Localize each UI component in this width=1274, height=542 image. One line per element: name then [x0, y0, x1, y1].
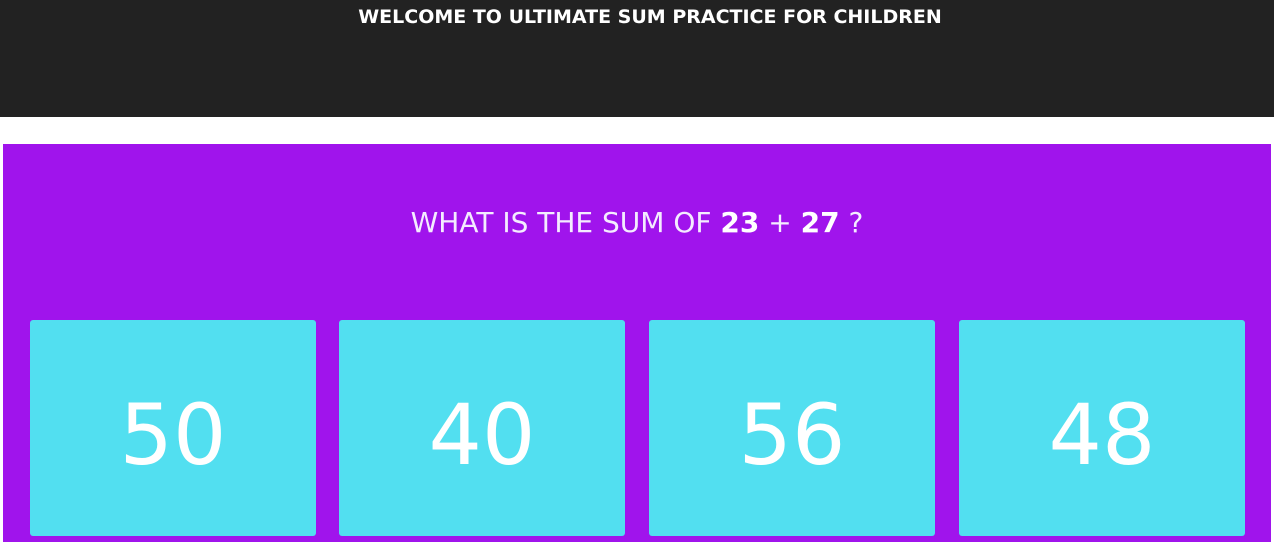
operand-a: 23 [720, 206, 760, 239]
question-suffix: ? [848, 206, 864, 239]
answer-option-2[interactable]: 40 [339, 320, 625, 536]
answer-option-label: 50 [119, 386, 227, 484]
question-prefix: WHAT IS THE SUM OF [410, 206, 712, 239]
answer-option-label: 56 [738, 386, 846, 484]
answer-option-label: 40 [428, 386, 536, 484]
question-text: WHAT IS THE SUM OF 23 + 27 ? [3, 206, 1271, 239]
answer-option-3[interactable]: 56 [649, 320, 935, 536]
answer-option-1[interactable]: 50 [30, 320, 316, 536]
quiz-panel: WHAT IS THE SUM OF 23 + 27 ? 50 40 56 48 [3, 144, 1271, 542]
page-title: WELCOME TO ULTIMATE SUM PRACTICE FOR CHI… [358, 6, 942, 28]
answer-option-4[interactable]: 48 [959, 320, 1245, 536]
answer-option-label: 48 [1048, 386, 1156, 484]
operator: + [768, 206, 792, 239]
app-header: WELCOME TO ULTIMATE SUM PRACTICE FOR CHI… [0, 0, 1274, 117]
operand-b: 27 [800, 206, 840, 239]
